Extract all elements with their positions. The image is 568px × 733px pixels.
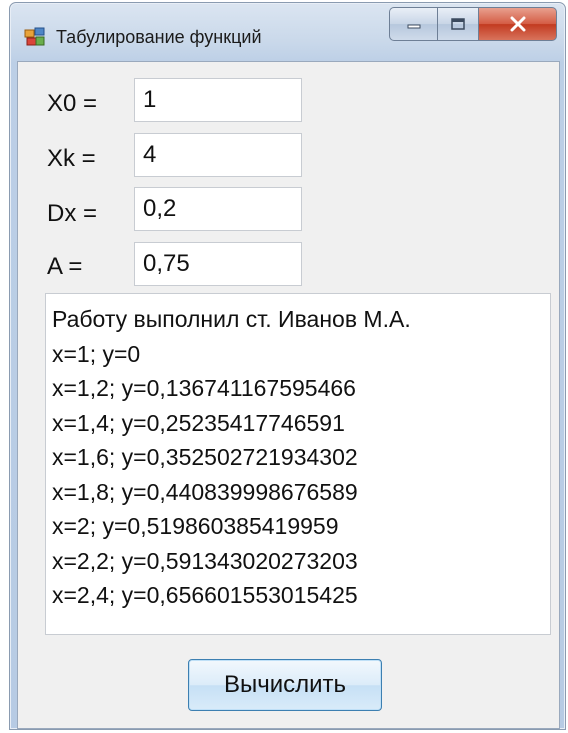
window-controls [389,7,557,41]
close-button[interactable] [479,7,557,41]
output-line: x=1,4; y=0,25235417746591 [52,409,345,436]
output-line: x=1,8; y=0,440839998676589 [52,478,358,505]
output-line: x=2,4; y=0,656601553015425 [52,582,358,608]
a-label: A = [47,253,83,280]
dx-input[interactable] [134,187,302,231]
title-bar[interactable]: Табулирование функций [10,3,565,59]
x0-label: X0 = [47,90,98,117]
dx-label: Dx = [47,200,98,227]
compute-button[interactable]: Вычислить [188,659,382,711]
minimize-icon [407,24,420,29]
output-line: x=1,6; y=0,352502721934302 [52,444,358,470]
output-line: x=1,2; y=0,136741167595466 [52,375,356,401]
xk-input[interactable] [134,133,302,177]
app-window: Табулирование функций X0 = X [9,2,566,730]
output-line: x=2; y=0,519860385419959 [52,513,339,539]
close-icon [510,16,525,32]
minimize-button[interactable] [389,7,437,41]
app-window-icon [24,27,45,46]
output-line: x=1; y=0 [52,340,141,367]
output-line: x=2,2; y=0,591343020273203 [52,547,358,574]
xk-label: Xk = [47,145,96,172]
form-client-area: X0 = Xk = Dx = A = Работу выполнил ст. И… [17,61,560,729]
window-title: Табулирование функций [56,27,262,47]
a-input[interactable] [134,242,302,286]
results-textbox[interactable]: Работу выполнил ст. Иванов М.А. x=1; y=0… [45,293,551,635]
output-line: Работу выполнил ст. Иванов М.А. [52,306,411,332]
x0-input[interactable] [134,78,302,122]
maximize-icon [451,18,465,30]
maximize-button[interactable] [437,7,479,41]
